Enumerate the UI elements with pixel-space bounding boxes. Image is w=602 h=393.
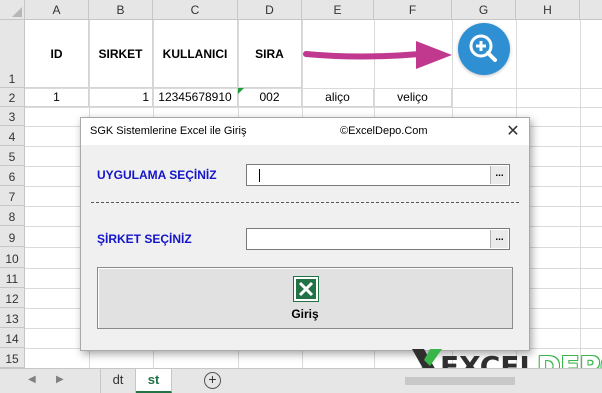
zoom-in-icon[interactable] <box>458 23 510 75</box>
sgk-login-dialog: SGK Sistemlerine Excel ile Giriş ©ExcelD… <box>80 117 530 351</box>
uygulama-combobox[interactable]: ... <box>246 164 510 186</box>
prev-sheet-button[interactable]: ◀ <box>28 374 36 385</box>
cell-a2[interactable]: 1 <box>25 88 89 107</box>
tab-st[interactable]: st <box>136 369 172 393</box>
sirket-dropdown-button[interactable]: ... <box>490 230 508 248</box>
close-button[interactable]: ✕ <box>501 121 525 142</box>
sirket-label: ŞİRKET SEÇİNİZ <box>97 232 192 246</box>
cell-e2[interactable]: aliço <box>302 88 374 107</box>
cell-c1[interactable]: KULLANICI <box>153 20 238 88</box>
text-caret <box>259 169 260 182</box>
cell-f2[interactable]: veliço <box>374 88 452 107</box>
cell-d2[interactable]: 002 <box>238 88 302 107</box>
cell-a1[interactable]: ID <box>25 20 89 88</box>
dialog-title: SGK Sistemlerine Excel ile Giriş <box>90 125 247 137</box>
error-indicator-triangle <box>238 88 244 94</box>
uygulama-label: UYGULAMA SEÇİNİZ <box>97 168 217 182</box>
horizontal-scrollbar[interactable] <box>355 375 595 387</box>
pointer-arrow <box>303 41 452 69</box>
cell-b1[interactable]: SIRKET <box>89 20 153 88</box>
next-sheet-button[interactable]: ▶ <box>56 374 64 385</box>
excel-icon <box>293 276 319 302</box>
login-button[interactable]: Giriş <box>97 267 513 329</box>
login-button-label: Giriş <box>291 307 319 321</box>
dialog-brand-text: ©ExcelDepo.Com <box>340 125 428 137</box>
cell-d1[interactable]: SIRA <box>238 20 302 88</box>
dashed-separator <box>91 202 519 203</box>
sirket-combobox[interactable]: ... <box>246 228 510 250</box>
dialog-titlebar[interactable]: SGK Sistemlerine Excel ile Giriş ©ExcelD… <box>81 118 529 145</box>
uygulama-dropdown-button[interactable]: ... <box>490 166 508 184</box>
add-sheet-button[interactable]: + <box>204 372 221 389</box>
cell-c2[interactable]: 12345678910 <box>153 88 238 107</box>
cell-b2[interactable]: 1 <box>89 88 153 107</box>
tab-dt[interactable]: dt <box>100 369 136 393</box>
scrollbar-thumb[interactable] <box>405 377 515 385</box>
sheet-tab-bar: ◀ ▶ dt st + <box>0 368 602 393</box>
